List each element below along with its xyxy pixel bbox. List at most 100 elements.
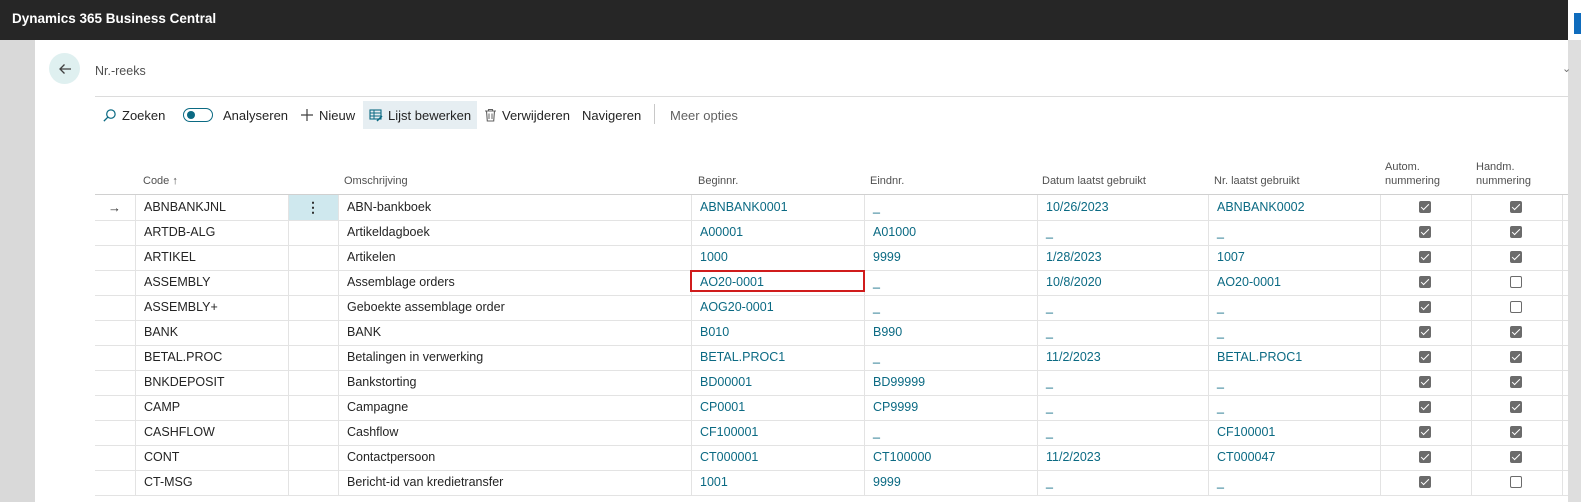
column-header-default-nos[interactable]: Autom. nummering — [1385, 160, 1440, 188]
cell-last-no-used[interactable]: 1007 — [1208, 245, 1380, 270]
table-row[interactable]: BNKDEPOSIT Bankstorting BD00001 BD99999 _ _ — [95, 370, 1568, 396]
cell-last-date-used[interactable]: _ — [1037, 220, 1208, 245]
cell-ending-no[interactable]: _ — [864, 295, 1037, 320]
table-row[interactable]: CT-MSG Bericht-id van kredietransfer 1001 9… — [95, 470, 1568, 496]
cell-ending-no[interactable]: _ — [864, 420, 1037, 445]
cell-ending-no[interactable]: _ — [864, 270, 1037, 295]
manual-nos-checkbox[interactable] — [1510, 376, 1522, 388]
manual-nos-checkbox[interactable] — [1510, 351, 1522, 363]
default-nos-checkbox[interactable] — [1419, 401, 1431, 413]
cell-starting-no[interactable]: AOG20-0001 — [691, 295, 864, 320]
column-header-code[interactable]: Code ↑ — [143, 174, 178, 188]
default-nos-checkbox[interactable] — [1419, 276, 1431, 288]
cell-starting-no[interactable]: BETAL.PROC1 — [691, 345, 864, 370]
manual-nos-checkbox[interactable] — [1510, 401, 1522, 413]
cell-last-date-used[interactable]: 11/2/2023 — [1037, 445, 1208, 470]
default-nos-checkbox[interactable] — [1419, 476, 1431, 488]
cell-ending-no[interactable]: 9999 — [864, 245, 1037, 270]
manual-nos-checkbox[interactable] — [1510, 201, 1522, 213]
cell-last-no-used[interactable]: CF100001 — [1208, 420, 1380, 445]
manual-nos-checkbox[interactable] — [1510, 276, 1522, 288]
analyze-toggle[interactable]: Analyseren — [183, 101, 288, 129]
default-nos-checkbox[interactable] — [1419, 201, 1431, 213]
cell-ending-no[interactable]: 9999 — [864, 470, 1037, 495]
table-row[interactable]: BETAL.PROC Betalingen in verwerking BETAL.… — [95, 345, 1568, 371]
cell-last-no-used[interactable]: AO20-0001 — [1208, 270, 1380, 295]
default-nos-checkbox[interactable] — [1419, 426, 1431, 438]
cell-last-no-used[interactable]: BETAL.PROC1 — [1208, 345, 1380, 370]
cell-last-no-used[interactable]: CT000047 — [1208, 445, 1380, 470]
column-header-last-no-used[interactable]: Nr. laatst gebruikt — [1214, 174, 1300, 188]
default-nos-checkbox[interactable] — [1419, 226, 1431, 238]
chevron-down-icon[interactable]: ⌄ — [1562, 62, 1571, 75]
back-button[interactable] — [49, 53, 80, 84]
default-nos-checkbox[interactable] — [1419, 251, 1431, 263]
more-options-button[interactable]: Meer opties — [670, 101, 738, 129]
navigate-button[interactable]: Navigeren — [582, 101, 641, 129]
cell-ending-no[interactable]: _ — [864, 345, 1037, 370]
delete-button[interactable]: Verwijderen — [484, 101, 570, 129]
table-row[interactable]: ARTDB-ALG Artikeldagboek A00001 A01000 _ _ — [95, 220, 1568, 246]
cell-starting-no[interactable]: 1000 — [691, 245, 864, 270]
manual-nos-checkbox[interactable] — [1510, 326, 1522, 338]
column-header-ending-no[interactable]: Eindnr. — [870, 174, 904, 188]
cell-starting-no[interactable]: CF100001 — [691, 420, 864, 445]
cell-last-date-used[interactable]: 10/26/2023 — [1037, 195, 1208, 220]
edit-list-button[interactable]: Lijst bewerken — [363, 101, 478, 129]
cell-last-no-used[interactable]: _ — [1208, 295, 1380, 320]
cell-last-date-used[interactable]: 11/2/2023 — [1037, 345, 1208, 370]
default-nos-checkbox[interactable] — [1419, 451, 1431, 463]
table-row[interactable]: CAMP Campagne CP0001 CP9999 _ _ — [95, 395, 1568, 421]
table-row[interactable]: BANK BANK B010 B990 _ _ — [95, 320, 1568, 346]
table-row[interactable]: ARTIKEL Artikelen 1000 9999 1/28/2023 1007 — [95, 245, 1568, 271]
table-row[interactable]: CONT Contactpersoon CT000001 CT100000 11/2/2… — [95, 445, 1568, 471]
cell-last-date-used[interactable]: _ — [1037, 420, 1208, 445]
manual-nos-checkbox[interactable] — [1510, 426, 1522, 438]
manual-nos-checkbox[interactable] — [1510, 251, 1522, 263]
cell-last-no-used[interactable]: ABNBANK0002 — [1208, 195, 1380, 220]
cell-last-no-used[interactable]: _ — [1208, 220, 1380, 245]
cell-ending-no[interactable]: CP9999 — [864, 395, 1037, 420]
cell-ending-no[interactable]: A01000 — [864, 220, 1037, 245]
cell-ending-no[interactable]: CT100000 — [864, 445, 1037, 470]
cell-last-date-used[interactable]: _ — [1037, 370, 1208, 395]
cell-ending-no[interactable]: _ — [864, 195, 1037, 220]
table-row[interactable]: CASHFLOW Cashflow CF100001 _ _ CF100001 — [95, 420, 1568, 446]
cell-last-no-used[interactable]: _ — [1208, 470, 1380, 495]
search-button[interactable]: Zoeken — [102, 101, 165, 129]
cell-last-no-used[interactable]: _ — [1208, 370, 1380, 395]
table-row[interactable]: → ⋮ ABNBANKJNL ABN-bankboek ABNBANK0001 _ 10/2… — [95, 195, 1568, 221]
column-header-last-date-used[interactable]: Datum laatst gebruikt — [1042, 174, 1146, 188]
cell-last-no-used[interactable]: _ — [1208, 320, 1380, 345]
default-nos-checkbox[interactable] — [1419, 326, 1431, 338]
cell-last-date-used[interactable]: 1/28/2023 — [1037, 245, 1208, 270]
row-actions-icon[interactable]: ⋮ — [288, 195, 338, 220]
manual-nos-checkbox[interactable] — [1510, 476, 1522, 488]
cell-starting-no[interactable]: 1001 — [691, 470, 864, 495]
cell-last-date-used[interactable]: _ — [1037, 395, 1208, 420]
default-nos-checkbox[interactable] — [1419, 376, 1431, 388]
cell-ending-no[interactable]: B990 — [864, 320, 1037, 345]
manual-nos-checkbox[interactable] — [1510, 226, 1522, 238]
cell-starting-no[interactable]: CT000001 — [691, 445, 864, 470]
new-button[interactable]: Nieuw — [300, 101, 355, 129]
manual-nos-checkbox[interactable] — [1510, 451, 1522, 463]
cell-last-date-used[interactable]: _ — [1037, 295, 1208, 320]
manual-nos-checkbox[interactable] — [1510, 301, 1522, 313]
column-header-starting-no[interactable]: Beginnr. — [698, 174, 738, 188]
cell-starting-no[interactable]: BD00001 — [691, 370, 864, 395]
column-header-description[interactable]: Omschrijving — [344, 174, 408, 188]
cell-starting-no[interactable]: A00001 — [691, 220, 864, 245]
cell-starting-no[interactable]: CP0001 — [691, 395, 864, 420]
table-row[interactable]: ASSEMBLY+ Geboekte assemblage order AOG20-… — [95, 295, 1568, 321]
default-nos-checkbox[interactable] — [1419, 301, 1431, 313]
cell-ending-no[interactable]: BD99999 — [864, 370, 1037, 395]
column-header-manual-nos[interactable]: Handm. nummering — [1476, 160, 1531, 188]
cell-last-date-used[interactable]: _ — [1037, 320, 1208, 345]
default-nos-checkbox[interactable] — [1419, 351, 1431, 363]
cell-starting-no[interactable]: ABNBANK0001 — [691, 195, 864, 220]
cell-last-date-used[interactable]: _ — [1037, 470, 1208, 495]
cell-last-date-used[interactable]: 10/8/2020 — [1037, 270, 1208, 295]
cell-last-no-used[interactable]: _ — [1208, 395, 1380, 420]
cell-starting-no[interactable]: B010 — [691, 320, 864, 345]
